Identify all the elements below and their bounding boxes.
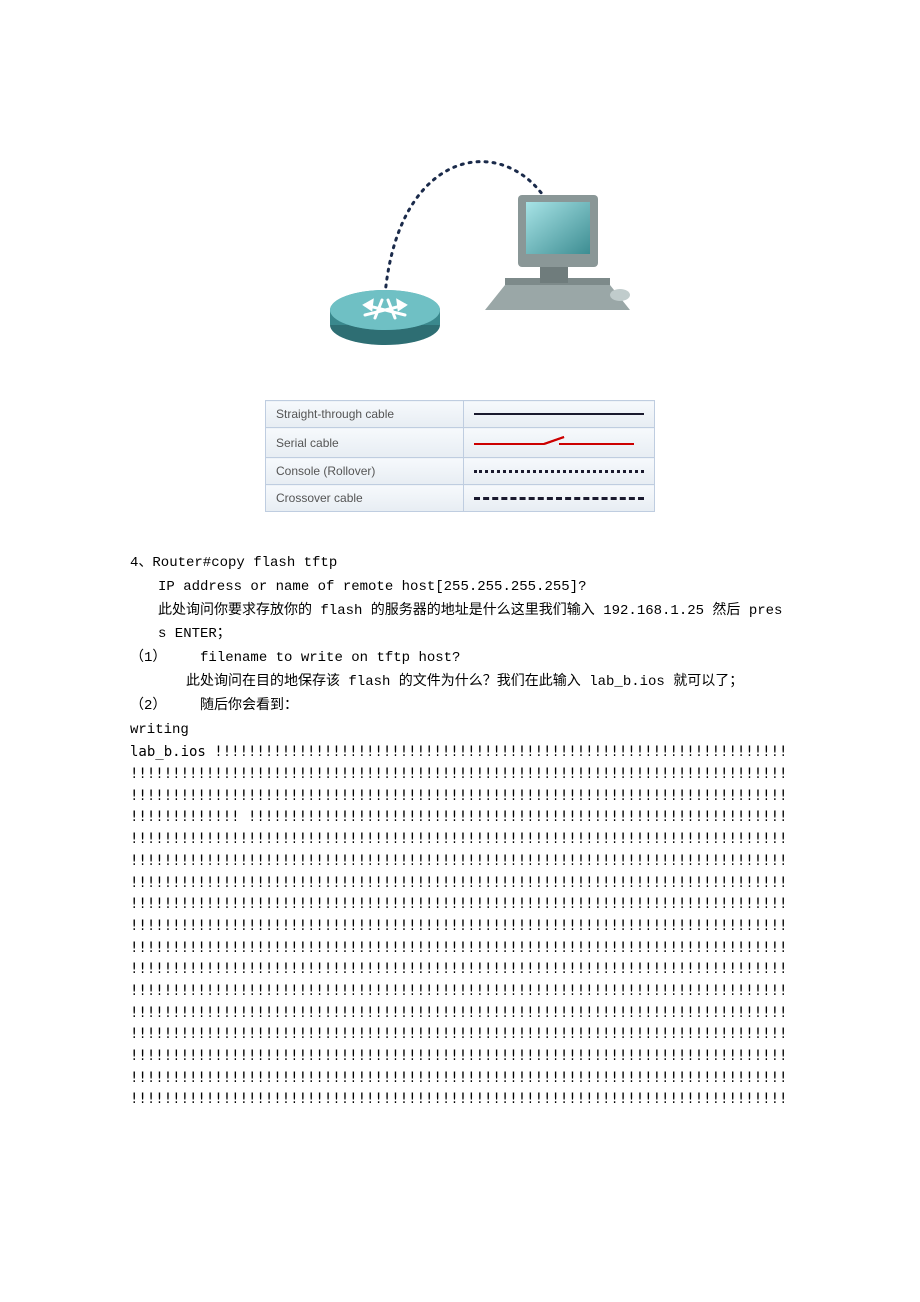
bang-line: !!!!!!!!!!!!!!!!!!!!!!!!!!!!!!!!!!!!!!!!…: [130, 1003, 790, 1025]
step4-heading: 4、Router#copy flash tftp: [130, 552, 790, 576]
legend-row-serial: Serial cable: [266, 428, 655, 458]
bang-line: !!!!!!!!!!!!!!!!!!!!!!!!!!!!!!!!!!!!!!!!…: [130, 764, 790, 786]
bang-line: !!!!!!!!!!!!!!!!!!!!!!!!!!!!!!!!!!!!!!!!…: [130, 1089, 790, 1111]
bang-line: !!!!!!!!!!!!!!!!!!!!!!!!!!!!!!!!!!!!!!!!…: [130, 959, 790, 981]
router-pc-diagram: [270, 100, 650, 360]
bang-line-gap: !!!!!!!!!!!!! !!!!!!!!!!!!!!!!!!!!!!!!!!…: [130, 807, 790, 829]
bang-line: !!!!!!!!!!!!!!!!!!!!!!!!!!!!!!!!!!!!!!!!…: [130, 916, 790, 938]
bang-line: !!!!!!!!!!!!!!!!!!!!!!!!!!!!!!!!!!!!!!!!…: [130, 1046, 790, 1068]
sub1-note: 此处询问在目的地保存该 flash 的文件为什么？我们在此输入 lab_b.io…: [130, 671, 790, 695]
bang-line: !!!!!!!!!!!!!!!!!!!!!!!!!!!!!!!!!!!!!!!!…: [130, 894, 790, 916]
legend-row-crossover: Crossover cable: [266, 485, 655, 512]
bang-line: !!!!!!!!!!!!!!!!!!!!!!!!!!!!!!!!!!!!!!!!…: [130, 786, 790, 808]
serial-line-icon: [474, 434, 634, 448]
cable-legend-table: Straight-through cable Serial cable Cons…: [265, 400, 655, 512]
bang-line: !!!!!!!!!!!!!!!!!!!!!!!!!!!!!!!!!!!!!!!!…: [130, 981, 790, 1003]
legend-label: Crossover cable: [266, 485, 464, 512]
legend-sample-console: [464, 458, 655, 485]
step4-sub2: （2） 随后你会看到：: [130, 695, 790, 719]
step4-sub1: （1） filename to write on tftp host?: [130, 647, 790, 671]
router-icon: [330, 290, 440, 345]
legend-label: Console (Rollover): [266, 458, 464, 485]
pc-icon: [485, 195, 630, 310]
network-diagram: [130, 100, 790, 360]
sub2-text: 随后你会看到：: [200, 698, 298, 714]
bang-line: !!!!!!!!!!!!!!!!!!!!!!!!!!!!!!!!!!!!!!!!…: [130, 829, 790, 851]
sub1-text: filename to write on tftp host?: [200, 650, 460, 666]
legend-row-straight: Straight-through cable: [266, 401, 655, 428]
sub1-label: （1）: [130, 650, 166, 666]
bang-line: !!!!!!!!!!!!!!!!!!!!!!!!!!!!!!!!!!!!!!!!…: [130, 938, 790, 960]
legend-sample-straight: [464, 401, 655, 428]
step4-line2: 此处询问你要求存放你的 flash 的服务器的地址是什么这里我们输入 192.1…: [130, 600, 790, 648]
writing-label: writing: [130, 719, 790, 743]
bang-line: !!!!!!!!!!!!!!!!!!!!!!!!!!!!!!!!!!!!!!!!…: [130, 1068, 790, 1090]
step4-line1: IP address or name of remote host[255.25…: [130, 576, 790, 600]
bang-line: !!!!!!!!!!!!!!!!!!!!!!!!!!!!!!!!!!!!!!!!…: [130, 1024, 790, 1046]
bang-line: !!!!!!!!!!!!!!!!!!!!!!!!!!!!!!!!!!!!!!!!…: [130, 851, 790, 873]
bang-line: !!!!!!!!!!!!!!!!!!!!!!!!!!!!!!!!!!!!!!!!…: [130, 873, 790, 895]
legend-sample-serial: [464, 428, 655, 458]
instruction-text: 4、Router#copy flash tftp IP address or n…: [130, 552, 790, 1111]
bang-line-first: lab_b.ios !!!!!!!!!!!!!!!!!!!!!!!!!!!!!!…: [130, 742, 790, 764]
legend-label: Serial cable: [266, 428, 464, 458]
sub2-label: （2）: [130, 698, 166, 714]
legend-row-console: Console (Rollover): [266, 458, 655, 485]
legend-label: Straight-through cable: [266, 401, 464, 428]
legend-sample-crossover: [464, 485, 655, 512]
